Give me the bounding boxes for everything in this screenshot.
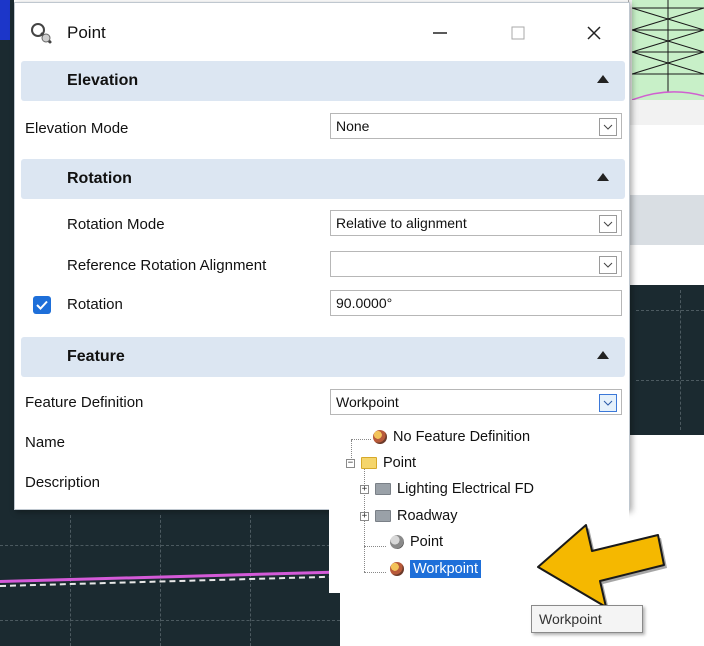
callout-arrow-icon: [537, 524, 667, 610]
minimize-icon: [433, 32, 447, 34]
elevation-mode-label: Elevation Mode: [25, 120, 129, 137]
section-title: Rotation: [67, 170, 132, 187]
rotation-mode-select[interactable]: Relative to alignment: [330, 210, 622, 236]
canvas-grid-line: [0, 545, 340, 546]
maximize-icon: [511, 26, 525, 40]
canvas-grid-line: [250, 515, 251, 646]
tooltip-text: Workpoint: [539, 611, 602, 627]
reference-rotation-alignment-label: Reference Rotation Alignment: [67, 257, 267, 274]
chevron-down-icon[interactable]: [599, 215, 617, 233]
tree-item[interactable]: + Roadway: [360, 508, 457, 524]
expand-icon[interactable]: +: [360, 484, 369, 494]
chevron-down-icon[interactable]: [599, 256, 617, 274]
canvas-grid-line: [636, 380, 704, 381]
title-bar[interactable]: Point: [15, 3, 629, 59]
background-band: [628, 125, 704, 195]
tree-item-label: No Feature Definition: [393, 429, 531, 445]
canvas-grid-line: [680, 290, 681, 430]
tree-item[interactable]: No Feature Definition: [373, 429, 530, 445]
folder-open-icon: [361, 457, 377, 469]
tree-item[interactable]: − Point: [346, 455, 416, 471]
canvas-grid-line: [0, 620, 340, 621]
background-band: [628, 195, 704, 245]
feature-definition-label: Feature Definition: [25, 394, 144, 411]
background-band: [628, 245, 704, 285]
section-header-rotation[interactable]: Rotation: [21, 159, 625, 199]
close-button[interactable]: [571, 13, 617, 53]
rotation-label: Rotation: [67, 296, 123, 313]
collapse-chevron-icon[interactable]: [597, 173, 609, 181]
tree-connector: [364, 546, 386, 547]
rotation-value: 90.0000°: [336, 295, 393, 311]
elevation-mode-select[interactable]: None: [330, 113, 622, 139]
tree-item[interactable]: + Lighting Electrical FD: [360, 481, 534, 497]
rotation-mode-value: Relative to alignment: [336, 215, 467, 231]
tree-item-selected[interactable]: Workpoint: [390, 560, 482, 578]
tooltip: Workpoint: [531, 605, 643, 633]
tree-item[interactable]: Point: [390, 534, 443, 550]
close-icon: [587, 26, 601, 40]
section-title: Elevation: [67, 72, 139, 89]
tree-item-label: Lighting Electrical FD: [397, 481, 534, 497]
description-label: Description: [25, 474, 101, 491]
tree-item-label: Workpoint: [410, 560, 482, 578]
feature-icon: [390, 562, 404, 576]
folder-icon: [375, 510, 391, 522]
tree-connector: [364, 572, 386, 573]
background-canvas-dark-left: [0, 195, 14, 515]
maximize-button[interactable]: [495, 13, 541, 53]
window-title: Point: [67, 23, 106, 42]
tree-item-label: Point: [410, 534, 444, 550]
checkmark-icon: [36, 300, 48, 310]
expand-icon[interactable]: +: [360, 511, 369, 521]
tree-item-label: Point: [383, 455, 417, 471]
collapse-chevron-icon[interactable]: [597, 351, 609, 359]
chevron-down-icon[interactable]: [599, 394, 617, 412]
tree-item-label: Roadway: [397, 508, 458, 524]
name-label: Name: [25, 434, 66, 451]
folder-icon: [375, 483, 391, 495]
elevation-mode-value: None: [336, 118, 370, 134]
collapse-icon[interactable]: −: [346, 458, 355, 468]
point-tool-icon: [31, 23, 52, 44]
feature-icon: [373, 430, 387, 444]
background-canvas-dark-right: [628, 285, 704, 435]
feature-definition-value: Workpoint: [336, 394, 399, 410]
tree-connector: [351, 439, 371, 440]
feature-definition-select[interactable]: Workpoint: [330, 389, 622, 415]
reference-rotation-alignment-select[interactable]: [330, 251, 622, 277]
feature-icon: [390, 535, 404, 549]
rotation-checkbox[interactable]: [33, 296, 51, 314]
chevron-down-icon[interactable]: [599, 118, 617, 136]
rotation-mode-label: Rotation Mode: [67, 216, 165, 233]
collapse-chevron-icon[interactable]: [597, 75, 609, 83]
section-header-elevation[interactable]: Elevation: [21, 61, 625, 101]
canvas-grid-line: [636, 310, 704, 311]
rotation-input[interactable]: 90.0000°: [330, 290, 622, 316]
background-mesh-drawing: [632, 0, 704, 100]
minimize-button[interactable]: [417, 13, 463, 53]
section-header-feature[interactable]: Feature: [21, 337, 625, 377]
section-title: Feature: [67, 348, 125, 365]
